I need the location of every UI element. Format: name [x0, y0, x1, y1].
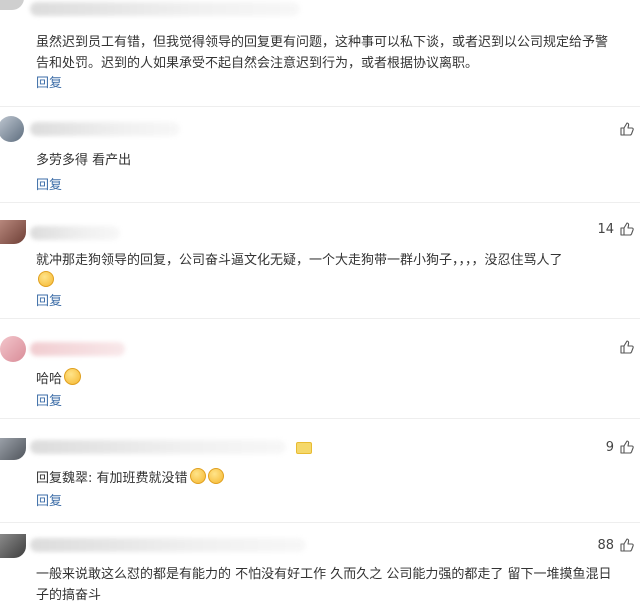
comment-item: 14 就冲那走狗领导的回复，公司奋斗逼文化无疑，一个大走狗带一群小狗子，，，，没… [0, 202, 640, 319]
avatar[interactable] [0, 438, 26, 460]
comment-item: 哈哈 回复 [0, 318, 640, 419]
comment-body: 就冲那走狗领导的回复，公司奋斗逼文化无疑，一个大走狗带一群小狗子，，，，没忍住骂… [36, 253, 563, 268]
avatar[interactable] [0, 220, 26, 244]
reply-button[interactable]: 回复 [36, 290, 62, 309]
avatar[interactable] [0, 0, 24, 10]
comment-header [0, 0, 640, 16]
like-count: 14 [597, 221, 614, 237]
comment-text: 多劳多得 看产出 [36, 153, 132, 168]
like-count: 88 [597, 537, 614, 553]
like-area[interactable] [620, 120, 634, 138]
comment-item: 多劳多得 看产出 回复 [0, 106, 640, 203]
like-count: 9 [605, 439, 614, 455]
comment-header: 9 [0, 418, 640, 460]
comment-body: 哈哈 [36, 372, 63, 387]
comment-item: 虽然迟到员工有错，但我觉得领导的回复更有问题，这种事可以私下谈，或者迟到以公司规… [0, 0, 640, 107]
username[interactable] [30, 342, 125, 356]
thumbs-up-icon[interactable] [620, 538, 634, 552]
username[interactable] [30, 226, 120, 240]
like-area[interactable]: 14 [597, 220, 634, 238]
comment-text: 虽然迟到员工有错，但我觉得领导的回复更有问题，这种事可以私下谈，或者迟到以公司规… [36, 35, 609, 71]
reply-button[interactable]: 回复 [36, 174, 62, 193]
comment-body: 回复魏翠: 有加班费就没错 [36, 471, 188, 486]
comment-text: 就冲那走狗领导的回复，公司奋斗逼文化无疑，一个大走狗带一群小狗子，，，，没忍住骂… [36, 250, 618, 292]
avatar[interactable] [0, 116, 24, 142]
username[interactable] [30, 538, 306, 552]
thumbs-up-icon[interactable] [620, 222, 634, 236]
vip-badge-icon [296, 442, 312, 454]
avatar[interactable] [0, 336, 26, 362]
comment-text: 一般来说敢这么怼的都是有能力的 不怕没有好工作 久而久之 公司能力强的都走了 留… [36, 567, 612, 603]
comment-item: 88 一般来说敢这么怼的都是有能力的 不怕没有好工作 久而久之 公司能力强的都走… [0, 522, 640, 615]
reply-button[interactable]: 回复 [36, 72, 62, 91]
comment-item: 9 回复魏翠: 有加班费就没错 回复 [0, 418, 640, 523]
avatar[interactable] [0, 534, 26, 558]
comment-text: 回复魏翠: 有加班费就没错 [36, 468, 618, 489]
like-area[interactable] [620, 338, 634, 356]
thumbs-up-icon[interactable] [620, 440, 634, 454]
username[interactable] [30, 122, 180, 136]
like-area[interactable]: 88 [597, 536, 634, 554]
like-area[interactable]: 9 [606, 438, 634, 456]
comment-header [0, 106, 640, 142]
comment-header [0, 318, 640, 362]
emoji-icon [38, 271, 54, 287]
comment-header: 88 [0, 522, 640, 558]
comment-header: 14 [0, 202, 640, 244]
comment-text: 哈哈 [36, 368, 618, 390]
thumbs-up-icon[interactable] [620, 122, 634, 136]
reply-button[interactable]: 回复 [36, 490, 62, 509]
grin-emoji-icon [64, 368, 82, 385]
reply-button[interactable]: 回复 [36, 390, 62, 409]
username[interactable] [30, 440, 286, 454]
emoji-icon [189, 468, 206, 484]
thumbs-up-icon[interactable] [620, 340, 634, 354]
emoji-icon [207, 468, 224, 484]
username[interactable] [30, 2, 300, 16]
